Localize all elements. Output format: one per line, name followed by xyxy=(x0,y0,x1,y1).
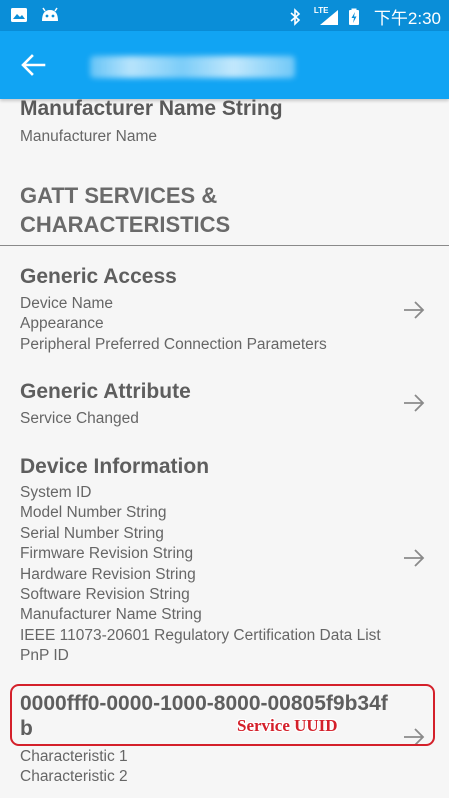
info-item-subtitle: Manufacturer Name xyxy=(20,128,157,145)
status-bar: LTE 下午2:30 xyxy=(0,0,449,31)
service-uuid-annotation: Service UUID xyxy=(237,716,338,735)
characteristic-item: System ID xyxy=(20,484,92,501)
characteristic-item: Model Number String xyxy=(20,504,167,522)
obscured-device-title xyxy=(90,56,295,78)
service-generic-attribute[interactable]: Generic Attribute Service Changed xyxy=(0,377,449,437)
info-item-title: Manufacturer Name String xyxy=(20,97,283,120)
arrow-right-icon xyxy=(402,298,426,322)
image-icon xyxy=(10,6,28,24)
characteristic-item: IEEE 11073-20601 Regulatory Certificatio… xyxy=(20,626,381,644)
service-generic-access[interactable]: Generic Access Device Name Appearance Pe… xyxy=(0,262,449,362)
bluetooth-icon xyxy=(288,7,306,26)
characteristic-item: PnP ID xyxy=(20,647,69,665)
characteristic-item: Service Changed xyxy=(20,410,139,427)
service-uuid-highlight xyxy=(10,684,435,746)
status-time: 下午2:30 xyxy=(373,9,441,28)
arrow-right-icon xyxy=(402,546,426,570)
battery-charging-icon xyxy=(348,8,366,26)
back-button[interactable] xyxy=(18,51,48,79)
characteristic-item: Firmware Revision String xyxy=(20,545,194,563)
section-divider xyxy=(0,245,449,246)
service-name: Generic Access xyxy=(20,265,177,288)
characteristic-item: Peripheral Preferred Connection Paramete… xyxy=(20,335,327,353)
android-icon xyxy=(40,6,58,24)
service-name: Device Information xyxy=(20,455,210,478)
arrow-left-icon xyxy=(18,54,48,83)
lte-signal-icon: LTE xyxy=(313,5,340,26)
characteristic-item: Device Name xyxy=(20,295,114,312)
characteristic-item: Software Revision String xyxy=(20,586,190,604)
characteristic-item: Hardware Revision String xyxy=(20,565,196,583)
service-name: Generic Attribute xyxy=(20,380,191,403)
characteristic-item: Manufacturer Name String xyxy=(20,606,202,624)
characteristic-item: Appearance xyxy=(20,315,104,333)
arrow-right-icon xyxy=(402,391,426,415)
characteristic-item: Serial Number String xyxy=(20,524,164,542)
section-header-line2: CHARACTERISTICS xyxy=(20,212,231,237)
app-bar xyxy=(0,31,449,99)
section-header: GATT SERVICES & CHARACTERISTICS xyxy=(20,181,230,239)
characteristic-item: Characteristic 2 xyxy=(20,768,128,786)
service-device-information[interactable]: Device Information System ID Model Numbe… xyxy=(0,451,449,671)
characteristic-item: Characteristic 1 xyxy=(20,748,128,765)
lte-label: LTE xyxy=(313,5,329,15)
section-header-line1: GATT SERVICES & xyxy=(20,183,218,208)
